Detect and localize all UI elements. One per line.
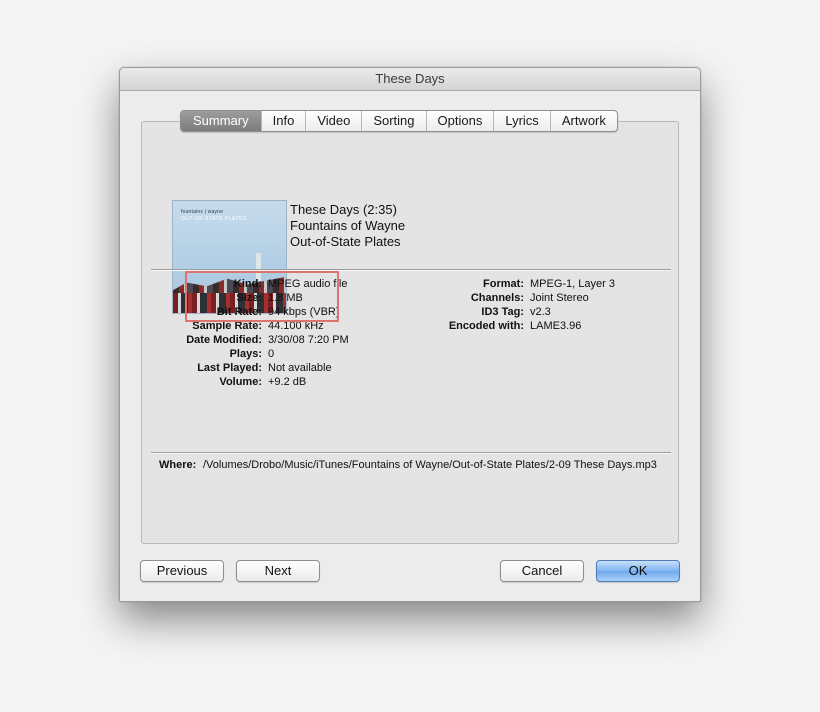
summary-divider-bottom — [151, 452, 671, 454]
where-label: Where: — [159, 459, 197, 471]
info-label: ID3 Tag: — [481, 306, 524, 318]
ok-button[interactable]: OK — [596, 560, 680, 582]
tab-bar: Summary Info Video Sorting Options Lyric… — [180, 110, 618, 132]
info-label: Last Played: — [197, 362, 262, 374]
info-value: 3/30/08 7:20 PM — [268, 334, 349, 346]
album-art-album-text: OUT-OF-STATE PLATES — [181, 216, 247, 222]
tab-artwork[interactable]: Artwork — [549, 111, 617, 131]
where-path[interactable]: /Volumes/Drobo/Music/iTunes/Fountains of… — [203, 459, 673, 472]
info-label: Channels: — [470, 292, 524, 304]
track-album: Out-of-State Plates — [290, 234, 401, 249]
tab-sorting[interactable]: Sorting — [361, 111, 425, 131]
previous-button[interactable]: Previous — [140, 560, 224, 582]
album-art-band-text: fountains | wayne — [181, 209, 224, 215]
info-value: 0 — [268, 348, 275, 360]
tab-summary[interactable]: Summary — [181, 111, 261, 131]
info-value: +9.2 dB — [268, 376, 307, 388]
cancel-button[interactable]: Cancel — [500, 560, 584, 582]
info-label: Volume: — [219, 376, 262, 388]
track-title: These Days (2:35) — [290, 202, 397, 217]
track-summary: These Days (2:35) Fountains of Wayne Out… — [290, 202, 405, 250]
tab-video[interactable]: Video — [305, 111, 361, 131]
tab-info[interactable]: Info — [260, 111, 306, 131]
info-dialog: These Days fountains | wayne OUT-OF-STAT… — [119, 67, 701, 602]
info-label: Format: — [483, 278, 524, 290]
info-label: Encoded with: — [448, 320, 524, 332]
tab-lyrics[interactable]: Lyrics — [493, 111, 549, 131]
info-value: LAME3.96 — [530, 320, 582, 332]
info-value: MPEG-1, Layer 3 — [530, 278, 615, 290]
track-artist: Fountains of Wayne — [290, 218, 406, 233]
info-value: Joint Stereo — [530, 292, 589, 304]
summary-panel: fountains | wayne OUT-OF-STATE PLATES Th… — [141, 121, 679, 544]
info-value: v2.3 — [530, 306, 551, 318]
window-title: These Days — [120, 68, 700, 91]
info-value: Not available — [268, 362, 332, 374]
tab-options[interactable]: Options — [425, 111, 494, 131]
info-label: Plays: — [229, 348, 262, 360]
highlight-annotation-box — [185, 271, 339, 322]
info-label: Date Modified: — [186, 334, 262, 346]
next-button[interactable]: Next — [236, 560, 320, 582]
